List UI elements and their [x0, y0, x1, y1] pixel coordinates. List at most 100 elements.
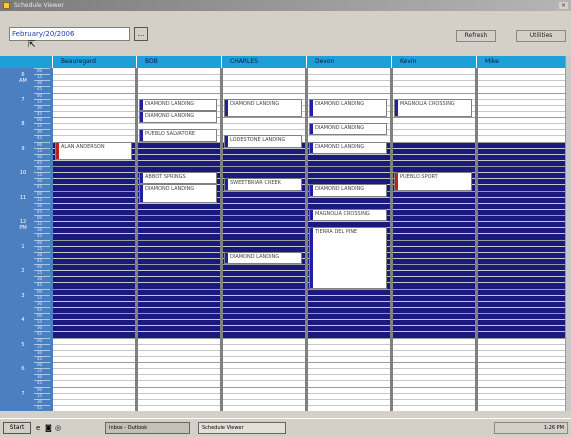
slot-line	[53, 92, 566, 94]
minute-label: 00	[37, 288, 43, 294]
appointment-block[interactable]: DIAMOND LANDING	[309, 141, 387, 154]
minute-label: 30	[37, 227, 43, 233]
clock: 1:26 PM	[543, 425, 564, 431]
taskbar-item-outlook[interactable]: Inbox - Outlook	[105, 422, 190, 434]
hour-label: 5	[21, 341, 25, 348]
minute-label: 00	[37, 362, 43, 367]
column-header-c1[interactable]: BOB	[137, 56, 222, 68]
minute-label: 30	[37, 251, 43, 257]
column-header-c3[interactable]: Devon	[307, 56, 392, 68]
vertical-scrollbar[interactable]	[565, 56, 571, 411]
appointment-block[interactable]: DIAMOND LANDING	[139, 184, 217, 203]
hour-label: 2	[21, 268, 25, 274]
appointment-block[interactable]: DIAMOND LANDING	[224, 251, 302, 264]
hour-label: 1	[21, 243, 25, 250]
appointment-label: ALAN ANDERSON	[61, 143, 105, 150]
quicklaunch-outlook-icon[interactable]: ◎	[55, 423, 61, 433]
date-input[interactable]: February/20/2006	[9, 27, 130, 41]
minute-label: 15	[37, 343, 43, 349]
minute-label: 45	[37, 257, 43, 263]
minute-label: 15	[37, 172, 43, 178]
minute-label: 15	[37, 98, 43, 104]
window-title: Schedule Viewer	[14, 2, 64, 9]
calendar-button[interactable]: ...	[134, 27, 148, 41]
slot-line	[53, 306, 566, 308]
title-bar: Schedule Viewer ×	[0, 0, 571, 11]
minute-label: 30	[37, 104, 43, 110]
column-header-c2[interactable]: CHARLES	[222, 56, 307, 68]
quicklaunch-ie-icon[interactable]: e	[36, 423, 40, 433]
appointment-block[interactable]: MAGNOLIA CROSSING	[309, 208, 387, 222]
minute-label: 00	[37, 215, 43, 220]
appointment-accent	[395, 173, 398, 190]
slot-line	[53, 202, 566, 204]
minute-label: 30	[37, 325, 43, 331]
schedule-grid[interactable]: Beauregard BOB CHARLES Devon Kevin Mike 6 AM 00…	[0, 56, 571, 411]
slot-line	[53, 355, 566, 357]
minute-label: 15	[37, 392, 43, 398]
appointment-block[interactable]: TIERRA DEL PINE	[309, 227, 387, 289]
column-header-c5[interactable]: Mike	[477, 56, 566, 68]
slot-line	[53, 368, 566, 370]
appointment-label: DIAMOND LANDING	[315, 100, 365, 107]
slot-line	[53, 404, 566, 406]
appointment-accent	[56, 142, 59, 159]
appointment-accent	[395, 99, 398, 116]
appointment-block[interactable]: ABBOT SPRINGS	[139, 172, 217, 185]
appointment-block[interactable]: PUEBLO SALVATORE	[139, 129, 217, 142]
minute-label: 30	[37, 178, 43, 184]
minute-label: 00	[37, 68, 43, 73]
slot-line	[53, 135, 566, 137]
appointment-block[interactable]: ALAN ANDERSON	[55, 141, 132, 160]
appointment-accent	[310, 185, 313, 196]
column-separator	[390, 68, 393, 411]
hour-label: 8	[21, 121, 25, 127]
appointment-block[interactable]: DIAMOND LANDING	[309, 98, 387, 117]
mouse-cursor-icon: ⇱	[28, 40, 36, 50]
column-separator	[475, 68, 478, 411]
minute-label: 00	[37, 190, 43, 196]
appointment-accent	[225, 179, 228, 190]
hour-label: 11	[19, 194, 27, 201]
close-icon[interactable]: ×	[558, 2, 568, 9]
column-header-c4[interactable]: Kevin	[392, 56, 477, 68]
minute-label: 00	[37, 386, 43, 392]
appointment-label: DIAMOND LANDING	[315, 125, 365, 132]
appointment-block[interactable]: SWEETBRIAR CREEK	[224, 178, 302, 191]
appointment-accent	[225, 136, 228, 147]
slot-line	[53, 398, 566, 400]
appointment-block[interactable]: PUEBLO SPORT	[394, 172, 472, 191]
quicklaunch-desktop-icon[interactable]: ◙	[45, 423, 52, 433]
appointment-block[interactable]: LODESTONE LANDING	[224, 135, 302, 148]
slot-line	[53, 288, 566, 290]
minute-label: 45	[37, 159, 43, 165]
slot-line	[53, 374, 566, 376]
column-header-c0[interactable]: Beauregard	[53, 56, 137, 68]
appointment-block[interactable]: DIAMOND LANDING	[309, 184, 387, 197]
taskbar-item-schedule[interactable]: Schedule Viewer	[198, 422, 286, 434]
start-button[interactable]: Start	[3, 422, 31, 434]
slot-line	[53, 74, 566, 76]
appointment-accent	[140, 130, 143, 141]
minute-label: 30	[37, 374, 43, 380]
appointment-block[interactable]: DIAMOND LANDING	[139, 110, 217, 124]
slot-line	[53, 221, 566, 223]
appointment-label: MAGNOLIA CROSSING	[400, 100, 455, 107]
refresh-button[interactable]: Refresh	[456, 30, 496, 42]
appointment-block[interactable]: DIAMOND LANDING	[139, 98, 217, 111]
minute-label: 45	[37, 208, 43, 214]
minute-label: 15	[37, 147, 43, 153]
hour-label: 7	[21, 96, 25, 103]
slot-line	[53, 166, 566, 167]
slot-line	[53, 331, 566, 333]
minute-label: 00	[37, 141, 43, 147]
appointment-label: DIAMOND LANDING	[230, 253, 280, 260]
appointment-accent	[140, 185, 143, 202]
appointment-block[interactable]: DIAMOND LANDING	[309, 123, 387, 136]
appointment-block[interactable]: MAGNOLIA CROSSING	[394, 98, 472, 117]
column-separator	[220, 68, 223, 411]
appointment-block[interactable]: DIAMOND LANDING	[224, 98, 302, 117]
utilities-button[interactable]: Utilities	[516, 30, 566, 42]
minute-label: 15	[37, 368, 43, 374]
corner-header	[0, 56, 53, 68]
